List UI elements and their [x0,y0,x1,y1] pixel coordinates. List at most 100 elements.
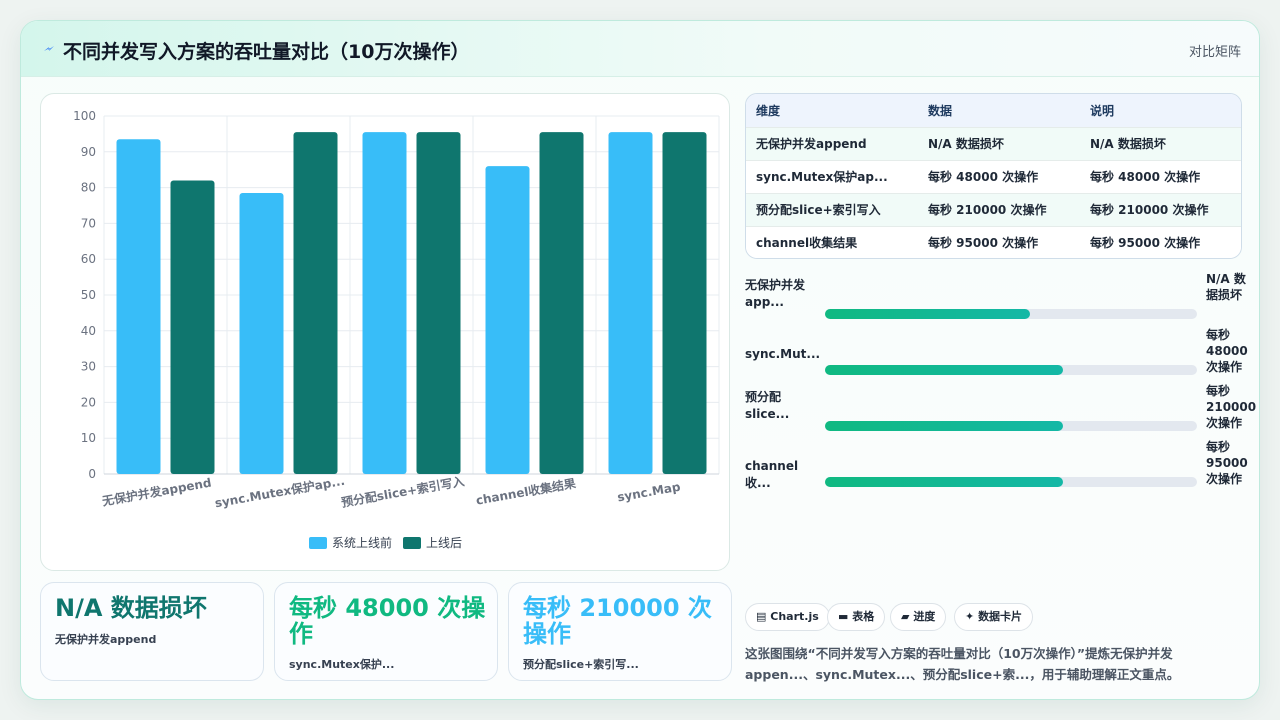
column-header: 数据 [918,94,1080,127]
y-tick-label: 60 [81,252,96,266]
table-cell: sync.Mutex保护ap... [746,159,918,193]
chip-label: Chart.js [770,610,819,623]
chip-label: 数据卡片 [978,610,1023,623]
legend-label: 系统上线前 [332,535,392,550]
progress-list: 无保护并发app... N/A 数据损坏 sync.Mut... 每秒 4800… [745,269,1257,493]
bar-chart-panel: 100 90 80 70 60 50 40 30 20 10 0 无保护并发append sync.Mu… [40,93,730,571]
page-title: 不同并发写入方案的吞吐量对比（10万次操作） [63,41,470,63]
progress-value: 每秒 95000 次操作 [1206,440,1248,486]
stat-label: 无保护并发append [55,633,157,646]
y-tick-label: 0 [88,467,96,481]
y-tick-label: 90 [81,145,96,159]
table-cell: 每秒 48000 次操作 [918,159,1080,193]
bar [116,139,161,474]
bar [362,132,407,475]
bar [539,132,584,475]
stat-card: 每秒 210000 次操作 预分配slice+索引写... [508,582,732,681]
table-row: 预分配slice+索引写入 每秒 210000 次操作 每秒 210000 次操… [746,192,1241,226]
progress-label: 预分配 slice... [745,390,790,421]
chip-progress[interactable]: ▰ 进度 [890,603,947,631]
progress-row: channel收... 每秒 95000 次操作 [745,437,1250,493]
bar [608,132,653,475]
comparison-table: 维度 数据 说明 无保护并发append N/A 数据损坏 N/A 数据损坏 s… [745,93,1242,259]
progress-value: 每秒 48000 次操作 [1206,328,1248,374]
stat-card: N/A 数据损坏 无保护并发append [40,582,264,681]
x-tick-label: channel收集结果 [475,475,577,507]
progress-icon: ▰ [901,610,910,623]
progress-value: N/A 数据损坏 [1206,272,1246,302]
progress-track [825,309,1197,319]
chip-label: 表格 [852,610,875,623]
y-tick-label: 30 [81,360,96,374]
table-row: 无保护并发append N/A 数据损坏 N/A 数据损坏 [746,126,1241,160]
y-tick-label: 40 [81,324,96,338]
progress-track [825,365,1197,375]
column-header: 说明 [1080,94,1241,127]
y-tick-label: 20 [81,395,96,409]
table-cell: 每秒 210000 次操作 [918,192,1080,226]
stat-card: 每秒 48000 次操作 sync.Mutex保护... [274,582,498,681]
chip-data-card[interactable]: ✦ 数据卡片 [954,603,1034,631]
view-tag[interactable]: 对比矩阵 [1189,41,1241,60]
y-tick-label: 100 [73,109,96,123]
x-tick-label: sync.Mutex保护ap... [214,473,346,511]
stat-value: 每秒 48000 次操作 [289,594,486,648]
progress-fill [825,477,1064,487]
chip-chartjs[interactable]: ▤ Chart.js [745,603,830,631]
x-tick-label: 预分配slice+索引写入 [340,473,465,509]
x-tick-label: 无保护并发append [100,475,212,509]
table-cell: N/A 数据损坏 [1080,126,1241,160]
legend-swatch [309,537,327,549]
progress-row: 无保护并发app... N/A 数据损坏 [745,269,1250,325]
stat-value: N/A 数据损坏 [55,594,207,622]
sparkle-icon: ✦ [965,610,975,623]
y-tick-label: 70 [81,216,96,230]
table-cell: 每秒 95000 次操作 [1080,225,1241,258]
progress-track [825,421,1197,431]
progress-track [825,477,1197,487]
header-bar: 不同并发写入方案的吞吐量对比（10万次操作） 对比矩阵 [21,21,1259,77]
table-cell: channel收集结果 [746,225,918,258]
stat-value: 每秒 210000 次操作 [523,594,712,648]
progress-row: 预分配 slice... 每秒 210000 次操作 [745,381,1257,437]
table-row: channel收集结果 每秒 95000 次操作 每秒 95000 次操作 [746,225,1241,258]
y-tick-label: 80 [81,181,96,195]
progress-label: sync.Mut... [745,347,821,361]
bar-chart: 1009080706050403020100无保护并发append sync.Mu… [73,109,720,550]
progress-label: 无保护并发app... [745,278,806,309]
stat-label: 预分配slice+索引写... [523,658,639,671]
progress-label: channel收... [745,459,799,490]
table-row: sync.Mutex保护ap... 每秒 48000 次操作 每秒 48000 … [746,159,1241,193]
x-tick-label: sync.Map [616,480,682,505]
y-tick-label: 50 [81,288,96,302]
legend-swatch [403,537,421,549]
y-tick-label: 10 [81,431,96,445]
summary-note: 这张图围绕“不同并发写入方案的吞吐量对比（10万次操作）”提炼无保护并发appe… [745,646,1180,682]
lightning-icon [44,46,54,51]
table-cell: 每秒 48000 次操作 [1080,159,1241,193]
table-cell: 预分配slice+索引写入 [746,192,918,226]
bar [293,132,338,475]
progress-fill [825,421,1064,431]
table-cell: 每秒 210000 次操作 [1080,192,1241,226]
main-card: 不同并发写入方案的吞吐量对比（10万次操作） 对比矩阵 100 90 80 70 60 5… [20,20,1260,700]
progress-fill [825,309,1030,319]
stat-label: sync.Mutex保护... [289,658,395,671]
chip-label: 进度 [913,610,936,623]
progress-row: sync.Mut... 每秒 48000 次操作 [745,325,1250,381]
bar [485,166,530,474]
table-cell: N/A 数据损坏 [918,126,1080,160]
table-icon: ▬ [838,610,849,623]
chip-table[interactable]: ▬ 表格 [827,603,886,631]
table-header-row: 维度 数据 说明 [746,94,1241,127]
progress-value: 每秒 210000 次操作 [1206,384,1257,430]
legend-label: 上线后 [426,536,462,550]
table-cell: 每秒 95000 次操作 [918,225,1080,258]
progress-fill [825,365,1064,375]
chart-icon: ▤ [756,610,767,623]
bar [170,180,215,474]
column-header: 维度 [746,94,918,127]
bar [416,132,461,475]
bar [239,192,284,474]
bar [662,132,707,475]
